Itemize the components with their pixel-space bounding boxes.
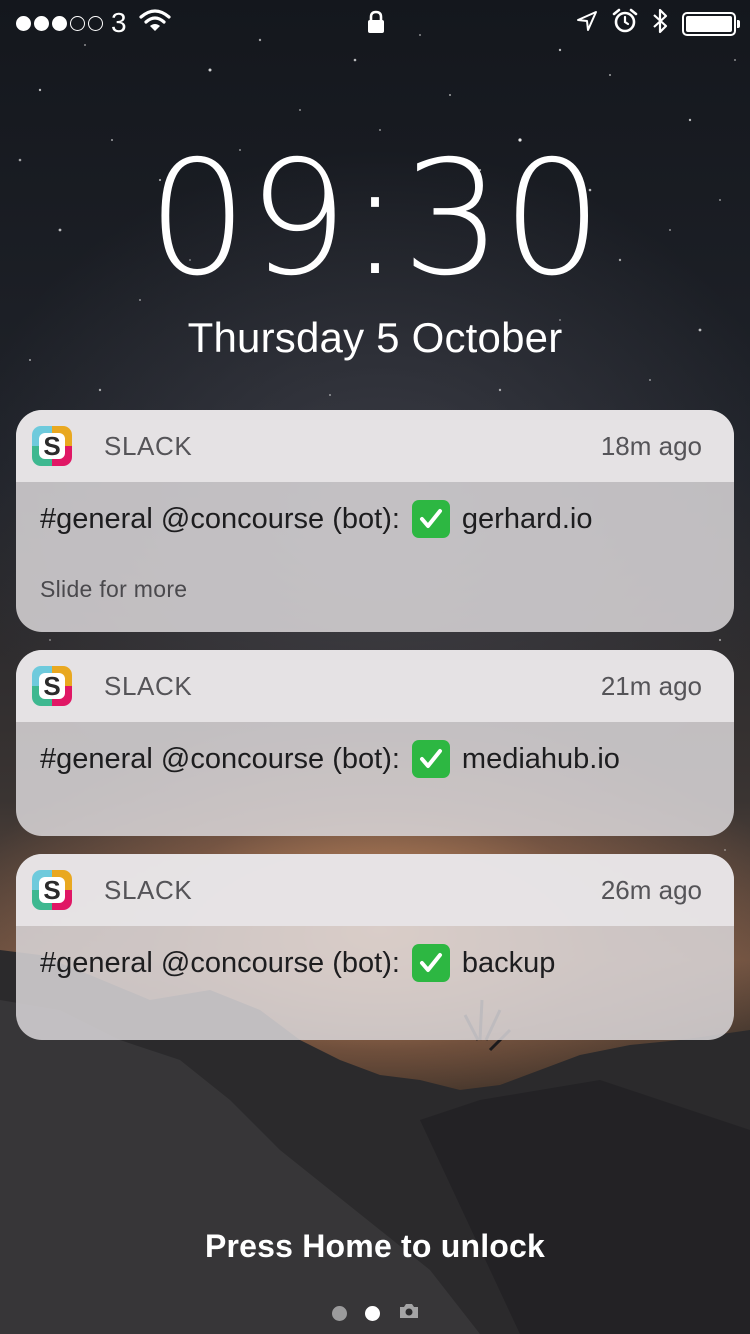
notification-message: #general @concourse (bot): mediahub.io: [40, 740, 710, 778]
slide-for-more-hint: Slide for more: [40, 576, 188, 602]
notification-card[interactable]: S SLACK 21m ago #general @concourse (bot…: [16, 650, 734, 836]
lock-icon: [367, 10, 385, 39]
page-indicator[interactable]: [332, 1302, 420, 1325]
slack-app-icon: S: [32, 666, 72, 706]
cellular-signal-icon: [16, 15, 103, 31]
notification-header: S SLACK 18m ago: [16, 410, 734, 482]
message-suffix: mediahub.io: [461, 743, 620, 775]
carrier-name: 3: [111, 7, 127, 38]
location-icon: [576, 10, 598, 37]
wifi-icon: [138, 8, 171, 38]
bluetooth-icon: [652, 8, 668, 39]
page-dot[interactable]: [332, 1306, 347, 1321]
message-suffix: gerhard.io: [461, 503, 593, 535]
notification-time: 18m ago: [600, 430, 702, 461]
message-suffix: backup: [461, 947, 556, 979]
notification-message: #general @concourse (bot): backup: [40, 944, 710, 982]
slack-app-icon: S: [32, 870, 72, 910]
notification-header: S SLACK 21m ago: [16, 650, 734, 722]
notification-message: #general @concourse (bot): gerhard.io: [40, 500, 710, 538]
notification-header: S SLACK 26m ago: [16, 854, 734, 926]
notification-list: S SLACK 18m ago #general @concourse (bot…: [16, 410, 734, 1058]
notification-card[interactable]: S SLACK 18m ago #general @concourse (bot…: [16, 410, 734, 632]
check-mark-icon: [411, 740, 450, 778]
check-mark-icon: [411, 500, 450, 538]
notification-app-name: SLACK: [104, 874, 193, 905]
alarm-icon: [612, 8, 638, 39]
camera-icon[interactable]: [398, 1302, 420, 1325]
notification-app-name: SLACK: [104, 430, 193, 461]
message-prefix: #general @concourse (bot):: [40, 743, 400, 775]
battery-icon: [682, 11, 740, 36]
notification-app-name: SLACK: [104, 670, 193, 701]
notification-time: 26m ago: [600, 874, 702, 905]
page-dot-active[interactable]: [365, 1306, 380, 1321]
lock-screen-time: 09:30: [147, 127, 603, 311]
notification-time: 21m ago: [600, 670, 702, 701]
lock-screen-date: Thursday 5 October: [187, 314, 563, 361]
slack-app-icon: S: [32, 426, 72, 466]
message-prefix: #general @concourse (bot):: [40, 503, 400, 535]
notification-card[interactable]: S SLACK 26m ago #general @concourse (bot…: [16, 854, 734, 1040]
status-bar: 3: [0, 0, 750, 46]
check-mark-icon: [411, 944, 450, 982]
press-home-to-unlock: Press Home to unlock: [204, 1228, 546, 1264]
message-prefix: #general @concourse (bot):: [40, 947, 400, 979]
